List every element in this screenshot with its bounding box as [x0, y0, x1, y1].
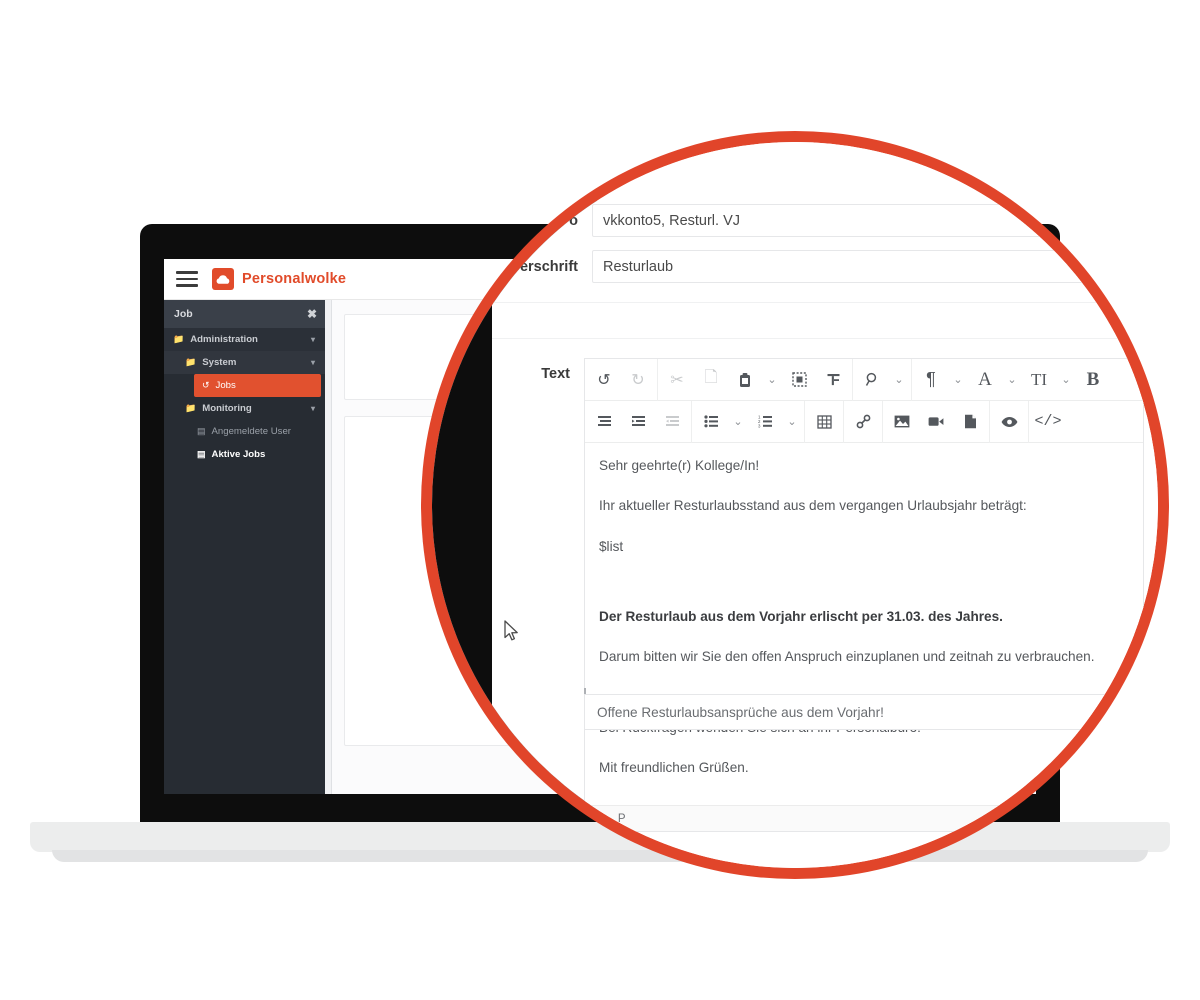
chevron-down-icon[interactable]: ⌄	[889, 359, 909, 401]
preview-icon[interactable]	[992, 401, 1026, 443]
ordered-list-icon[interactable]: 1 2 3	[748, 401, 782, 443]
editor-paragraph: Mit freundlichen Grüßen.	[599, 760, 749, 776]
field-input-info[interactable]: vkkonto5, Resturl. VJ	[592, 204, 1152, 237]
cut-icon[interactable]: ✂	[660, 359, 694, 401]
toolbar-group-media	[883, 400, 990, 443]
paste-icon[interactable]	[728, 359, 762, 401]
editor-paragraph: Sehr geehrte(r) Kollege/In!	[599, 458, 760, 473]
sidebar-item-label: Administration	[190, 334, 258, 345]
editor-paragraph: Ihr aktueller Resturlaubsstand aus dem v…	[599, 498, 1027, 514]
indent-icon[interactable]	[621, 401, 655, 443]
editor-content-area[interactable]: Sehr geehrte(r) Kollege/In! Ihr aktuelle…	[585, 443, 1143, 805]
chevron-down-icon[interactable]: ▾	[311, 358, 315, 367]
editor-paragraph: Darum bitten wir Sie den offen Anspruch …	[599, 649, 1095, 665]
unordered-list-icon[interactable]	[694, 401, 728, 443]
hamburger-menu-icon[interactable]	[176, 271, 198, 287]
field-label-ueberschrift: erschrift	[519, 258, 578, 275]
cloud-icon	[212, 268, 234, 290]
footer-input[interactable]: Offene Resturlaubsansprüche aus dem Vorj…	[584, 694, 1144, 730]
editor-toolbar-row-1: ↺ ↻ ✂ 🗋 ⌄ ⌄ ¶ ⌄ A ⌄ TI ⌄ B	[585, 358, 1143, 401]
search-icon[interactable]	[855, 359, 889, 401]
field-label-text: Text	[541, 366, 570, 382]
toolbar-group-code: </>	[1029, 401, 1067, 443]
toolbar-group-insert	[844, 400, 883, 443]
field-row-info: o vkkonto5, Resturl. VJ	[492, 204, 1158, 237]
sidebar-item-label: Angemeldete User	[211, 426, 291, 437]
paragraph-format-icon[interactable]: ¶	[914, 359, 948, 401]
toolbar-group-view	[990, 400, 1029, 443]
sidebar-item-aktive-jobs[interactable]: ▤ Aktive Jobs	[164, 443, 325, 466]
chevron-down-icon[interactable]: ⌄	[948, 359, 968, 401]
folder-icon: 📁	[173, 334, 185, 344]
panel-divider	[325, 300, 332, 794]
toolbar-group-table	[805, 400, 844, 443]
field-label-info: o	[569, 212, 578, 229]
editor-paragraph: Der Resturlaub aus dem Vorjahr erlischt …	[599, 609, 1003, 625]
brand-title: Personalwolke	[242, 271, 347, 287]
sidebar: Job ✖ 📁 Administration ▾ 📁 System ▾ ↺ Jo…	[164, 300, 325, 794]
chevron-down-icon[interactable]: ▾	[311, 335, 315, 344]
element-path-label: P	[617, 812, 626, 825]
close-icon[interactable]: ✖	[307, 307, 317, 321]
magnifier-content: o vkkonto5, Resturl. VJ erschrift Restur…	[432, 142, 1158, 868]
sidebar-search-input[interactable]: Job	[174, 308, 193, 320]
history-icon: ↺	[202, 380, 210, 390]
table-icon: ▤	[197, 426, 206, 436]
toolbar-group-history: ↺ ↻	[585, 358, 658, 401]
rich-text-editor: ↺ ↻ ✂ 🗋 ⌄ ⌄ ¶ ⌄ A ⌄ TI ⌄ B ⌄ 1 2 3 ⌄ </>…	[584, 358, 1144, 833]
chevron-down-icon[interactable]: ⌄	[1002, 359, 1022, 401]
svg-text:3: 3	[758, 424, 761, 428]
editor-paragraph: $list	[599, 538, 624, 554]
sidebar-item-monitoring[interactable]: 📁 Monitoring ▾	[164, 397, 325, 420]
toolbar-group-search: ⌄	[853, 358, 912, 401]
insert-image-icon[interactable]	[885, 401, 919, 443]
chevron-down-icon[interactable]: ⌄	[782, 401, 802, 443]
toolbar-group-lists: ⌄ 1 2 3 ⌄	[692, 400, 805, 443]
font-family-icon[interactable]: A	[968, 359, 1002, 401]
code-view-icon[interactable]: </>	[1031, 401, 1065, 443]
chevron-down-icon[interactable]: ⌄	[728, 401, 748, 443]
toolbar-group-format: ¶ ⌄ A ⌄ TI ⌄ B	[912, 359, 1112, 401]
editor-toolbar-row-2: ⌄ 1 2 3 ⌄ </>	[585, 400, 1143, 443]
table-icon: ▤	[197, 449, 206, 459]
section-divider	[492, 338, 1158, 339]
insert-file-icon[interactable]	[953, 401, 987, 443]
chevron-down-icon[interactable]: ▾	[311, 404, 315, 413]
sidebar-item-label: System	[202, 357, 237, 368]
sidebar-item-label: Monitoring	[202, 403, 252, 414]
font-size-icon[interactable]: TI	[1022, 359, 1056, 401]
editor-statusbar: ▣ P	[585, 805, 1143, 832]
sidebar-item-jobs[interactable]: ↺ Jobs	[194, 374, 321, 397]
link-icon[interactable]	[846, 401, 880, 443]
toolbar-group-align	[585, 400, 692, 443]
magnifier-circle: o vkkonto5, Resturl. VJ erschrift Restur…	[432, 142, 1158, 868]
folder-icon: 📁	[185, 403, 197, 413]
sidebar-search[interactable]: Job ✖	[164, 300, 325, 328]
sidebar-item-administration[interactable]: 📁 Administration ▾	[164, 328, 325, 351]
sidebar-item-angemeldete-user[interactable]: ▤ Angemeldete User	[164, 420, 325, 443]
align-icon[interactable]	[587, 401, 621, 443]
mouse-pointer-icon	[503, 620, 521, 644]
folder-icon: 📁	[185, 357, 197, 367]
select-all-icon[interactable]	[782, 359, 816, 401]
field-row-ueberschrift: erschrift Resturlaub	[446, 250, 1158, 283]
bold-icon[interactable]: B	[1076, 359, 1110, 401]
redo-icon[interactable]: ↻	[621, 359, 655, 401]
chevron-down-icon[interactable]: ⌄	[1056, 359, 1076, 401]
toolbar-group-clipboard: ✂ 🗋 ⌄	[658, 358, 853, 401]
copy-icon[interactable]: 🗋	[694, 359, 728, 401]
clear-formatting-icon[interactable]	[816, 359, 850, 401]
table-icon[interactable]	[807, 401, 841, 443]
field-input-ueberschrift[interactable]: Resturlaub	[592, 250, 1152, 283]
sidebar-item-label: Aktive Jobs	[211, 449, 266, 460]
undo-icon[interactable]: ↺	[587, 359, 621, 401]
element-path-icon: ▣	[595, 813, 606, 826]
outdent-icon[interactable]	[655, 401, 689, 443]
chevron-down-icon[interactable]: ⌄	[762, 359, 782, 401]
section-divider	[492, 302, 1158, 303]
sidebar-item-label: Jobs	[215, 380, 236, 391]
sidebar-item-system[interactable]: 📁 System ▾	[164, 351, 325, 374]
insert-video-icon[interactable]	[919, 401, 953, 443]
